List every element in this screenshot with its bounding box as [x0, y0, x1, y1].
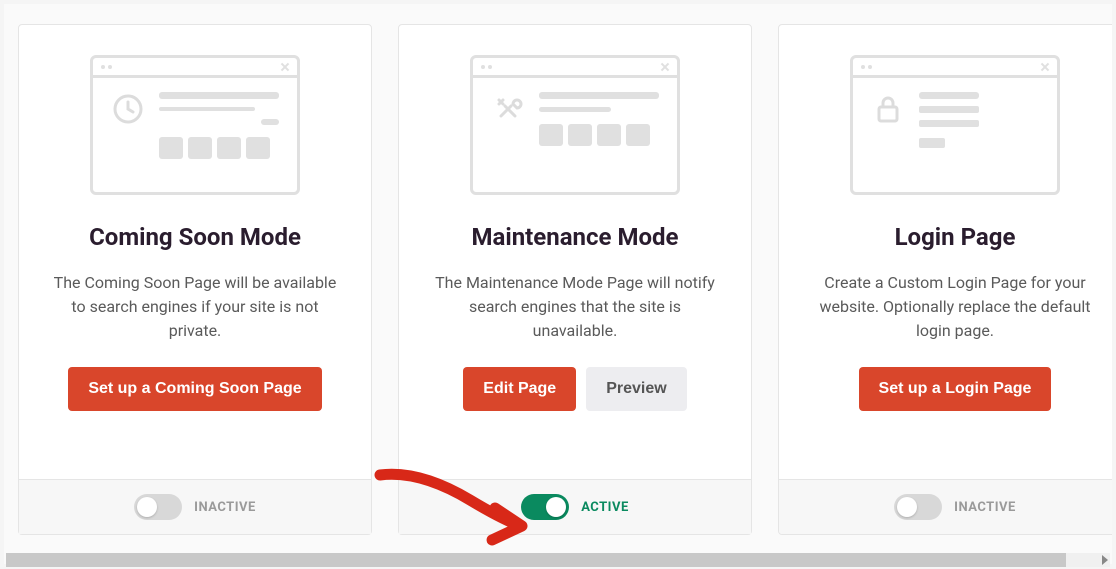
card-login: Login Page Create a Custom Login Page fo… — [778, 24, 1112, 535]
card-footer: INACTIVE — [19, 479, 371, 534]
card-title: Maintenance Mode — [472, 223, 679, 251]
toggle-login[interactable] — [894, 494, 942, 520]
card-footer: INACTIVE — [779, 479, 1112, 534]
horizontal-scrollbar[interactable] — [6, 553, 1110, 567]
lock-icon — [871, 92, 905, 126]
card-description: Create a Custom Login Page for your webs… — [799, 271, 1111, 343]
card-body: Login Page Create a Custom Login Page fo… — [779, 25, 1112, 479]
card-footer: ACTIVE — [399, 479, 751, 534]
card-coming-soon: Coming Soon Mode The Coming Soon Page wi… — [18, 24, 372, 535]
window-dots-icon — [101, 65, 105, 69]
window-close-icon — [661, 63, 669, 71]
scrollbar-thumb[interactable] — [6, 553, 1066, 567]
toggle-knob-icon — [897, 497, 917, 517]
card-body: Coming Soon Mode The Coming Soon Page wi… — [19, 25, 371, 479]
edit-page-button[interactable]: Edit Page — [463, 367, 576, 411]
status-badge: INACTIVE — [194, 500, 256, 515]
toggle-knob-icon — [546, 497, 566, 517]
setup-coming-soon-button[interactable]: Set up a Coming Soon Page — [68, 367, 321, 411]
setup-login-button[interactable]: Set up a Login Page — [859, 367, 1052, 411]
scrollbar-right-arrow-icon[interactable] — [1102, 555, 1108, 565]
illustration-browser — [850, 55, 1060, 195]
card-title: Coming Soon Mode — [89, 223, 301, 251]
window-chrome — [473, 58, 677, 78]
preview-button[interactable]: Preview — [586, 367, 686, 411]
illustration-browser — [90, 55, 300, 195]
window-close-icon — [281, 63, 289, 71]
illustration-browser — [470, 55, 680, 195]
window-dots-icon — [861, 65, 865, 69]
card-description: The Maintenance Mode Page will notify se… — [419, 271, 731, 343]
status-badge: ACTIVE — [581, 500, 629, 515]
window-dots-icon — [481, 65, 485, 69]
toggle-coming-soon[interactable] — [134, 494, 182, 520]
clock-icon — [111, 92, 145, 126]
toggle-knob-icon — [137, 497, 157, 517]
card-description: The Coming Soon Page will be available t… — [39, 271, 351, 343]
tools-icon — [491, 92, 525, 126]
card-body: Maintenance Mode The Maintenance Mode Pa… — [399, 25, 751, 479]
toggle-maintenance[interactable] — [521, 494, 569, 520]
card-maintenance: Maintenance Mode The Maintenance Mode Pa… — [398, 24, 752, 535]
window-close-icon — [1041, 63, 1049, 71]
mode-cards-container: Coming Soon Mode The Coming Soon Page wi… — [4, 4, 1112, 564]
window-chrome — [93, 58, 297, 78]
status-badge: INACTIVE — [954, 500, 1016, 515]
window-chrome — [853, 58, 1057, 78]
card-title: Login Page — [895, 223, 1016, 251]
